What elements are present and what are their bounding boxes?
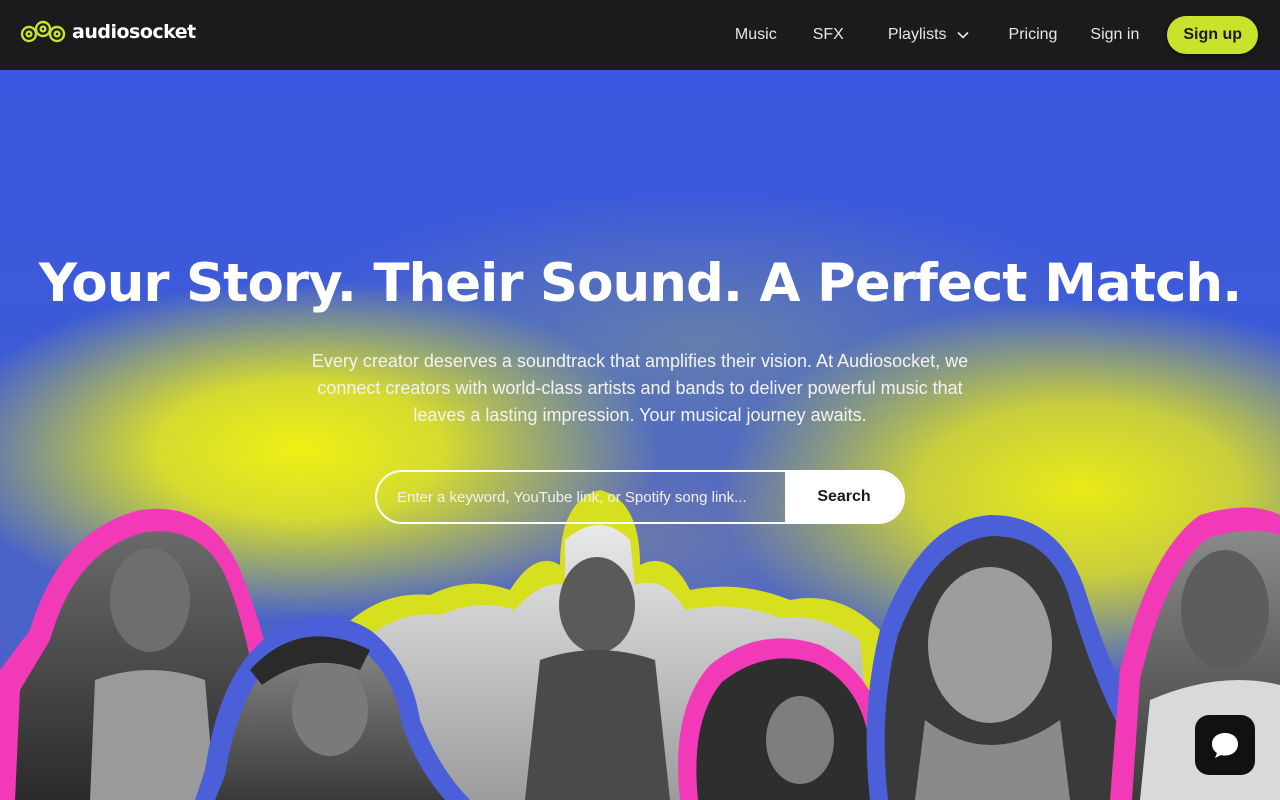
brand-logo[interactable]: audiosocket <box>20 17 196 47</box>
chat-bubble-icon <box>1212 733 1238 758</box>
hero-section: Your Story. Their Sound. A Perfect Match… <box>0 70 1280 800</box>
brand-name: audiosocket <box>72 21 196 43</box>
top-navbar: audiosocket Music SFX Playlists Pricing … <box>0 0 1280 70</box>
artist-collage <box>0 490 1280 800</box>
hero-description: Every creator deserves a soundtrack that… <box>311 351 969 425</box>
nav-playlists-label: Playlists <box>887 26 947 43</box>
nav-playlists[interactable]: Playlists <box>888 26 969 44</box>
nav-music[interactable]: Music <box>735 26 777 44</box>
nav-sfx[interactable]: SFX <box>813 26 844 44</box>
sign-up-button[interactable]: Sign up <box>1167 16 1258 54</box>
search-bar: Search <box>375 470 905 524</box>
chevron-down-icon <box>956 31 969 39</box>
nav-pricing[interactable]: Pricing <box>1009 26 1058 44</box>
search-button[interactable]: Search <box>785 472 903 522</box>
chat-widget-button[interactable] <box>1195 715 1255 775</box>
main-nav: Music SFX Playlists Pricing Sign in Sign… <box>735 0 1258 70</box>
artist-cutout-right-woman <box>866 515 1145 800</box>
hero-title: Your Story. Their Sound. A Perfect Match… <box>38 253 1242 314</box>
search-input[interactable] <box>377 472 785 522</box>
nav-sign-in[interactable]: Sign in <box>1090 26 1139 44</box>
audiosocket-logo-icon <box>20 20 66 43</box>
